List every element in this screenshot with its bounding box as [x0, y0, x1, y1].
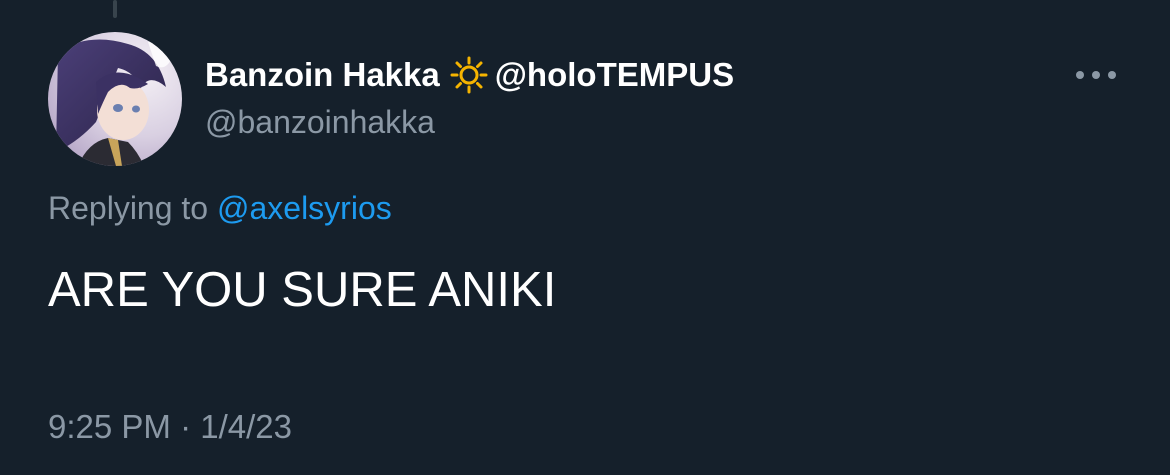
more-options-icon[interactable]	[1068, 60, 1124, 90]
replying-to-line: Replying to @axelsyrios	[48, 190, 392, 227]
reply-mention-link[interactable]: @axelsyrios	[217, 190, 392, 226]
thread-connector-line	[113, 0, 117, 18]
author-name-suffix[interactable]: @holoTEMPUS	[495, 56, 734, 94]
avatar-image	[48, 32, 182, 166]
author-handle[interactable]: @banzoinhakka	[205, 104, 435, 141]
avatar[interactable]	[48, 32, 182, 166]
author-display-name[interactable]: Banzoin Hakka	[205, 56, 440, 94]
author-name-row[interactable]: Banzoin Hakka @holoTEMPUS	[205, 53, 734, 97]
sun-icon	[449, 55, 489, 95]
replying-to-label: Replying to	[48, 190, 217, 226]
tweet-text: ARE YOU SURE ANIKI	[48, 263, 557, 317]
tweet-timestamp[interactable]: 9:25 PM · 1/4/23	[48, 408, 292, 446]
